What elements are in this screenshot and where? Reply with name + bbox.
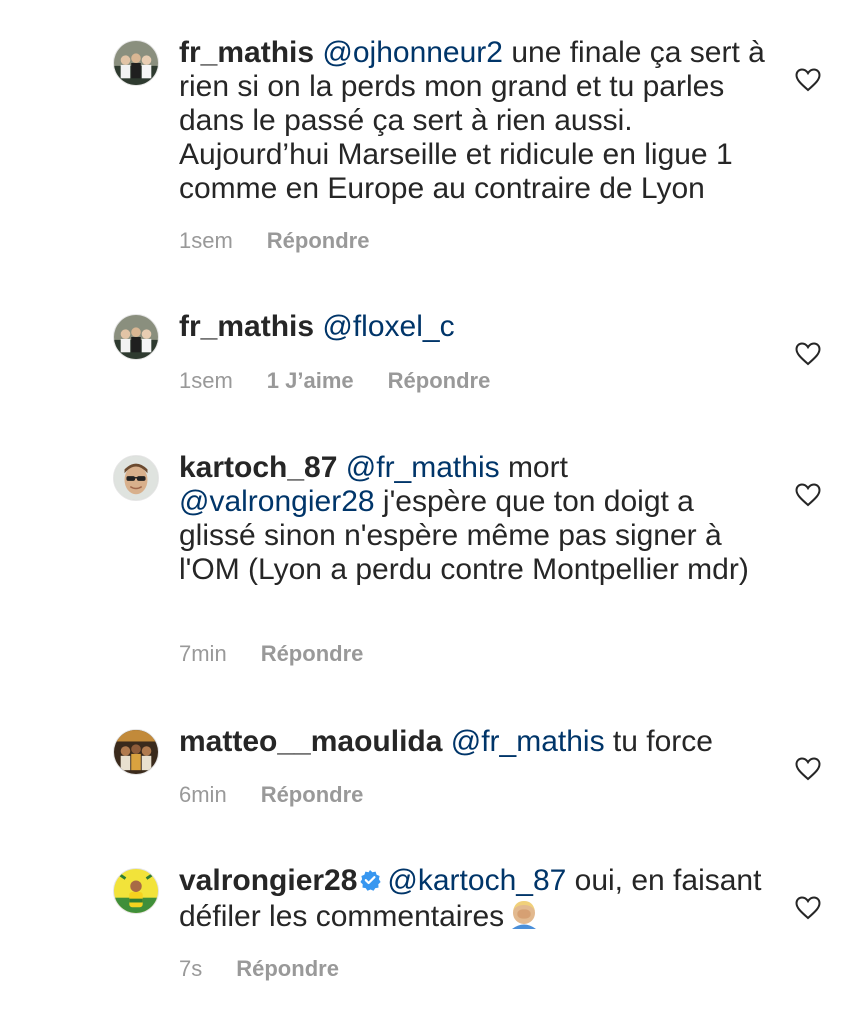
comment-mention[interactable]: @fr_mathis [346, 451, 500, 484]
comment-mention[interactable]: @valrongier28 [179, 485, 375, 518]
reply-button[interactable]: Répondre [261, 641, 364, 667]
comment-mention[interactable]: @kartoch_87 [387, 864, 566, 897]
comment-mention[interactable]: @floxel_c [322, 310, 454, 343]
avatar[interactable] [113, 40, 159, 86]
comment-body: fr_mathis @floxel_c [179, 310, 769, 344]
heart-outline-icon[interactable] [795, 483, 821, 507]
comment-meta: 1sem Répondre [179, 228, 369, 254]
heart-outline-icon[interactable] [795, 68, 821, 92]
heart-outline-icon[interactable] [795, 342, 821, 366]
heart-outline-icon[interactable] [795, 896, 821, 920]
comment-username[interactable]: fr_mathis [179, 36, 314, 69]
comment-meta: 7s Répondre [179, 956, 339, 982]
comment-timestamp: 6min [179, 782, 227, 807]
verified-badge-icon [359, 865, 382, 891]
reply-button[interactable]: Répondre [388, 368, 491, 394]
comment-username[interactable]: fr_mathis [179, 310, 314, 343]
comment-username[interactable]: valrongier28 [179, 864, 357, 897]
avatar[interactable] [113, 455, 159, 501]
reply-button[interactable]: Répondre [261, 782, 364, 808]
comment-meta: 1sem 1 J’aime Répondre [179, 368, 490, 394]
comment-body: valrongier28 @kartoch_87 oui, en faisant … [179, 864, 769, 934]
comment-meta: 7min Répondre [179, 641, 363, 667]
comments-list: fr_mathis @ojhonneur2 une finale ça sert… [0, 0, 866, 1024]
comment-timestamp: 7min [179, 641, 227, 666]
comment-timestamp: 7s [179, 956, 203, 981]
avatar[interactable] [113, 868, 159, 914]
comment-timestamp: 1sem [179, 228, 233, 253]
reply-button[interactable]: Répondre [236, 956, 339, 982]
comment-meta: 6min Répondre [179, 782, 363, 808]
comment-mention[interactable]: @fr_mathis [451, 725, 605, 758]
comment-text: mort [499, 451, 568, 484]
likes-count-button[interactable]: 1 J’aime [267, 368, 354, 394]
heart-outline-icon[interactable] [795, 757, 821, 781]
comment-body: fr_mathis @ojhonneur2 une finale ça sert… [179, 36, 769, 206]
comment-timestamp: 1sem [179, 368, 233, 393]
comment-username[interactable]: kartoch_87 [179, 451, 337, 484]
comment-text: tu force [604, 725, 713, 758]
comment-body: kartoch_87 @fr_mathis mort @valrongier28… [179, 451, 769, 587]
avatar[interactable] [113, 314, 159, 360]
face-palm-emoji [508, 898, 540, 930]
comment-body: matteo__maoulida @fr_mathis tu force [179, 725, 769, 759]
comment-mention[interactable]: @ojhonneur2 [322, 36, 503, 69]
comment-username[interactable]: matteo__maoulida [179, 725, 442, 758]
reply-button[interactable]: Répondre [267, 228, 370, 254]
avatar[interactable] [113, 729, 159, 775]
